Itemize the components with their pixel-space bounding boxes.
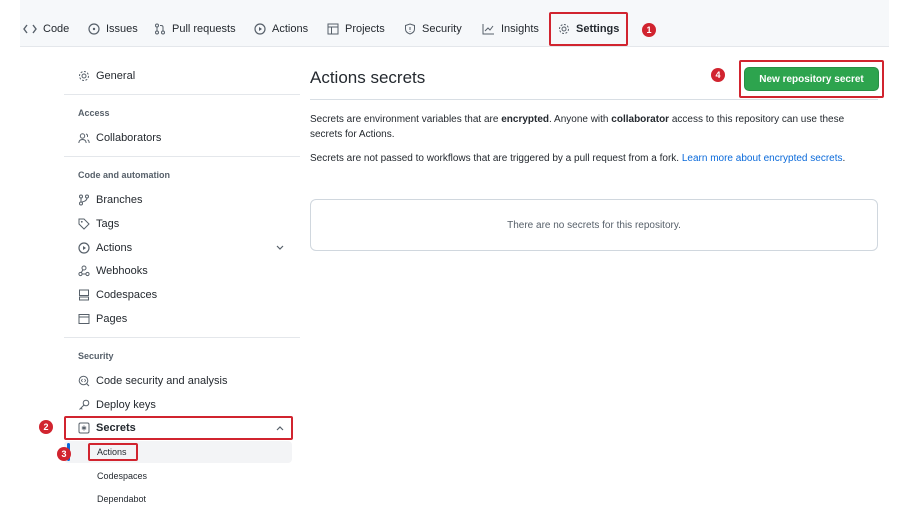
annotation-box-secrets <box>64 416 293 440</box>
sidebar-item-deploy-keys[interactable]: Deploy keys <box>78 396 156 414</box>
sidebar-divider <box>64 156 300 157</box>
sidebar-item-label: Collaborators <box>96 132 162 144</box>
tab-issues[interactable]: Issues <box>88 20 138 38</box>
key-icon <box>79 399 90 410</box>
sidebar-item-actions[interactable]: Actions <box>78 239 132 257</box>
description-emphasis: collaborator <box>611 114 670 125</box>
webhook-icon <box>78 265 90 277</box>
table-icon <box>327 23 339 35</box>
play-icon <box>254 23 266 35</box>
sidebar-item-collaborators[interactable]: Collaborators <box>78 129 161 147</box>
tab-issues-label: Issues <box>106 23 138 35</box>
sidebar-item-label: Code security and analysis <box>96 375 228 387</box>
sidebar-item-label: Tags <box>96 218 120 230</box>
description-text: . Anyone with <box>549 114 612 125</box>
graph-icon <box>482 24 494 35</box>
title-divider <box>310 99 878 100</box>
browser-icon <box>78 314 90 324</box>
sidebar-item-label: Branches <box>96 194 143 206</box>
empty-state-text: There are no secrets for this repository… <box>507 219 681 231</box>
sidebar-item-general[interactable]: General <box>78 67 135 85</box>
tab-insights[interactable]: Insights <box>482 20 539 38</box>
branch-icon <box>79 194 89 206</box>
notice-text: . <box>842 153 846 164</box>
secrets-description: Secrets are environment variables that a… <box>310 112 870 142</box>
shield-icon <box>405 23 415 35</box>
play-icon <box>78 242 90 254</box>
annotation-box-settings <box>549 12 628 46</box>
sidebar-divider <box>64 94 300 95</box>
issue-icon <box>88 23 100 35</box>
sidebar-item-label: Codespaces <box>96 289 158 301</box>
tab-pull-requests[interactable]: Pull requests <box>154 20 236 38</box>
sidebar-item-label: Actions <box>96 242 133 254</box>
tab-projects-label: Projects <box>345 23 385 35</box>
gear-icon <box>79 71 89 81</box>
sidebar-heading-access: Access <box>78 108 110 118</box>
tab-code[interactable]: Code <box>23 20 69 38</box>
sidebar-item-code-security[interactable]: Code security and analysis <box>78 372 227 390</box>
annotation-number-4: 4 <box>711 68 725 82</box>
sidebar-subitem-dependabot[interactable]: Dependabot <box>97 494 146 504</box>
notice-text: Secrets are not passed to workflows that… <box>310 153 682 164</box>
sidebar-item-label: Pages <box>96 313 128 325</box>
tab-actions[interactable]: Actions <box>254 20 308 38</box>
tab-security-label: Security <box>422 23 462 35</box>
sidebar-heading-code-automation: Code and automation <box>78 170 170 180</box>
empty-secrets-box: There are no secrets for this repository… <box>310 199 878 251</box>
tab-pull-requests-label: Pull requests <box>172 23 236 35</box>
chevron-down-icon[interactable] <box>275 244 285 252</box>
codespaces-icon <box>79 289 89 301</box>
sidebar-item-branches[interactable]: Branches <box>78 191 142 209</box>
sidebar-item-tags[interactable]: Tags <box>78 215 119 233</box>
learn-more-link[interactable]: Learn more about encrypted secrets <box>682 153 843 164</box>
description-text: Secrets are environment variables that a… <box>310 114 502 125</box>
sidebar-item-label: Webhooks <box>96 265 148 277</box>
annotation-number-3: 3 <box>57 447 71 461</box>
sidebar-item-label: General <box>96 70 136 82</box>
tab-insights-label: Insights <box>501 23 539 35</box>
tab-actions-label: Actions <box>272 23 309 35</box>
sidebar-item-label: Deploy keys <box>96 399 156 411</box>
tab-projects[interactable]: Projects <box>327 20 385 38</box>
page-title: Actions secrets <box>310 68 426 87</box>
tab-code-label: Code <box>43 23 70 35</box>
tab-security[interactable]: Security <box>404 20 462 38</box>
fork-notice: Secrets are not passed to workflows that… <box>310 151 870 166</box>
annotation-number-1: 1 <box>642 23 656 37</box>
sidebar-item-codespaces[interactable]: Codespaces <box>78 286 157 304</box>
people-icon <box>78 133 90 144</box>
annotation-box-new-secret <box>739 60 884 98</box>
tag-icon <box>78 218 90 230</box>
annotation-number-2: 2 <box>39 420 53 434</box>
sidebar-item-pages[interactable]: Pages <box>78 310 127 328</box>
sidebar-item-webhooks[interactable]: Webhooks <box>78 262 148 280</box>
sidebar-subitem-codespaces[interactable]: Codespaces <box>97 471 147 481</box>
sidebar-heading-security: Security <box>78 351 114 361</box>
code-icon <box>23 24 37 34</box>
codescan-icon <box>78 375 90 387</box>
sidebar-divider <box>64 337 300 338</box>
annotation-box-actions <box>88 443 138 461</box>
description-emphasis: encrypted <box>501 114 550 125</box>
pull-request-icon <box>155 23 165 35</box>
